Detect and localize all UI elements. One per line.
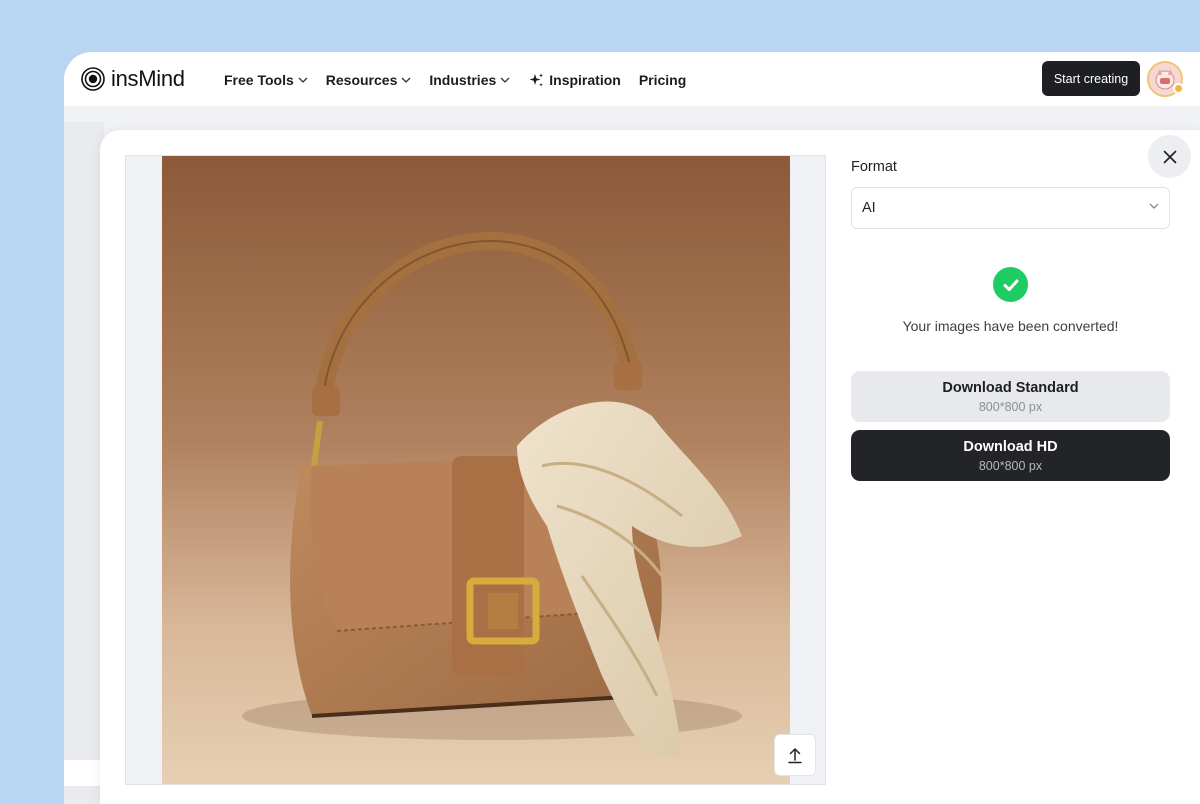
nav-item-label: Pricing — [638, 71, 687, 88]
sparkle-icon — [529, 73, 544, 87]
download-hd-button[interactable]: Download HD 800*800 px — [851, 430, 1170, 481]
download-standard-title: Download Standard — [942, 379, 1079, 396]
download-standard-size: 800*800 px — [978, 399, 1043, 414]
format-select-value: AI — [862, 200, 876, 216]
handbag-image — [162, 156, 790, 784]
start-creating-button[interactable]: Start creating — [1042, 61, 1140, 96]
insmind-logo-icon — [81, 67, 105, 91]
user-avatar[interactable] — [1147, 61, 1184, 97]
close-icon — [1163, 150, 1176, 163]
image-preview-panel — [125, 155, 826, 785]
main-nav: Free Tools Resources Industries Inspirat… — [224, 52, 704, 107]
top-navbar: insMind Free Tools Resources Industries — [64, 52, 1200, 107]
brand-name: insMind — [111, 66, 185, 91]
success-check-icon — [993, 267, 1028, 302]
nav-item-label: Inspiration — [549, 71, 621, 88]
brand-logo[interactable]: insMind — [81, 66, 185, 92]
nav-item-pricing[interactable]: Pricing — [639, 72, 686, 88]
nav-item-industries[interactable]: Industries — [429, 72, 510, 88]
format-select[interactable]: AI — [851, 187, 1170, 229]
chevron-down-icon — [298, 77, 308, 83]
nav-item-label: Resources — [325, 71, 398, 88]
product-photo — [162, 156, 790, 784]
download-hd-size: 800*800 px — [978, 458, 1043, 473]
download-options-panel: Format AI Your images have been converte… — [851, 130, 1171, 804]
success-message: Your images have been converted! — [902, 318, 1119, 334]
nav-item-inspiration[interactable]: Inspiration — [528, 72, 621, 88]
upload-button[interactable] — [774, 734, 816, 776]
background-page-footer — [64, 760, 104, 786]
chevron-down-icon — [500, 77, 510, 83]
download-modal: Format AI Your images have been converte… — [100, 130, 1200, 804]
nav-item-resources[interactable]: Resources — [326, 72, 412, 88]
chevron-down-icon — [401, 77, 411, 83]
close-modal-button[interactable] — [1148, 135, 1191, 178]
arrow-up-icon — [788, 748, 802, 764]
download-standard-button[interactable]: Download Standard 800*800 px — [851, 371, 1170, 422]
nav-item-label: Free Tools — [224, 71, 294, 88]
nav-item-free-tools[interactable]: Free Tools — [224, 72, 308, 88]
avatar-badge — [1173, 83, 1184, 94]
nav-item-label: Industries — [429, 71, 497, 88]
download-hd-title: Download HD — [963, 438, 1058, 455]
chevron-down-icon — [1149, 203, 1159, 209]
background-page-panel — [64, 122, 104, 804]
format-label: Format — [851, 159, 897, 175]
